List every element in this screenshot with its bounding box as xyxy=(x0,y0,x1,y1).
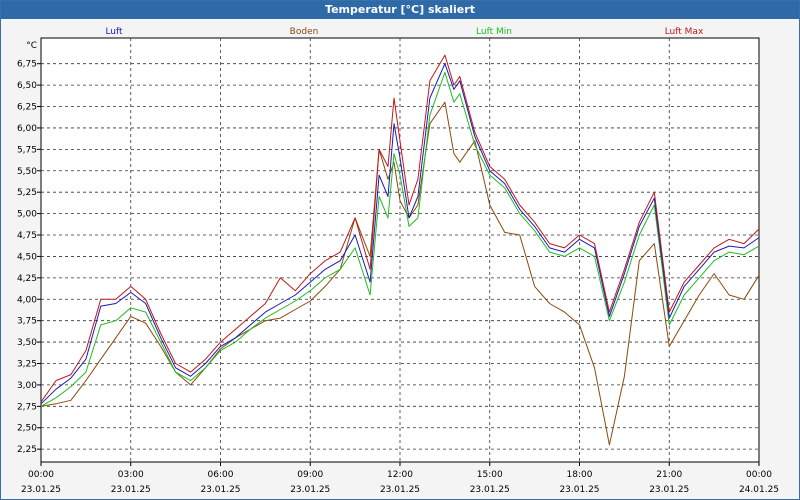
x-tick-date-label: 23.01.25 xyxy=(200,485,240,495)
y-tick-label: 4,50 xyxy=(17,252,37,262)
x-tick-date-label: 23.01.25 xyxy=(380,485,420,495)
legend-entry: Luft Min xyxy=(476,27,512,37)
x-tick-time-label: 09:00 xyxy=(297,470,323,480)
y-tick-label: 2,75 xyxy=(17,402,37,412)
y-tick-label: 3,50 xyxy=(17,338,37,348)
y-tick-label: 4,25 xyxy=(17,274,37,284)
y-tick-label: 5,50 xyxy=(17,167,37,177)
legend-entry: Luft xyxy=(105,27,123,37)
y-tick-label: 4,00 xyxy=(17,295,37,305)
x-tick-time-label: 00:00 xyxy=(746,470,772,480)
legend-entry: Luft Max xyxy=(665,27,704,37)
x-tick-time-label: 18:00 xyxy=(567,470,593,480)
x-tick-date-label: 23.01.25 xyxy=(290,485,330,495)
y-axis-label: °C xyxy=(26,41,37,51)
y-tick-label: 3,00 xyxy=(17,381,37,391)
y-tick-label: 4,75 xyxy=(17,231,37,241)
x-tick-time-label: 00:00 xyxy=(28,470,54,480)
x-tick-time-label: 21:00 xyxy=(656,470,682,480)
y-tick-label: 6,00 xyxy=(17,124,37,134)
x-tick-time-label: 03:00 xyxy=(118,470,144,480)
legend-entry: Boden xyxy=(290,27,319,37)
x-tick-time-label: 15:00 xyxy=(477,470,503,480)
chart-window: Temperatur [°C] skaliert 2,25 2,50 2,75 3,0… xyxy=(0,0,800,500)
y-tick-label: 5,00 xyxy=(17,210,37,220)
x-tick-time-label: 12:00 xyxy=(387,470,413,480)
x-tick-date-label: 23.01.25 xyxy=(559,485,599,495)
y-tick-label: 3,75 xyxy=(17,317,37,327)
x-tick-date-label: 24.01.25 xyxy=(739,485,779,495)
x-tick-date-label: 23.01.25 xyxy=(649,485,689,495)
temperature-chart: 2,25 2,50 2,75 3,00 3,25 3,50 3,75 4,00 4,25 4,50… xyxy=(17,27,779,495)
y-tick-label: 5,25 xyxy=(17,188,37,198)
y-tick-label: 2,25 xyxy=(17,445,37,455)
y-tick-label: 6,75 xyxy=(17,60,37,70)
y-tick-label: 2,50 xyxy=(17,424,37,434)
y-tick-label: 6,50 xyxy=(17,81,37,91)
x-tick-date-label: 23.01.25 xyxy=(111,485,151,495)
x-tick-time-label: 06:00 xyxy=(208,470,234,480)
window-title: Temperatur [°C] skaliert xyxy=(1,1,799,19)
y-tick-label: 3,25 xyxy=(17,359,37,369)
x-tick-date-label: 23.01.25 xyxy=(470,485,510,495)
y-tick-label: 6,25 xyxy=(17,103,37,113)
x-tick-date-label: 23.01.25 xyxy=(21,485,61,495)
y-tick-label: 5,75 xyxy=(17,145,37,155)
